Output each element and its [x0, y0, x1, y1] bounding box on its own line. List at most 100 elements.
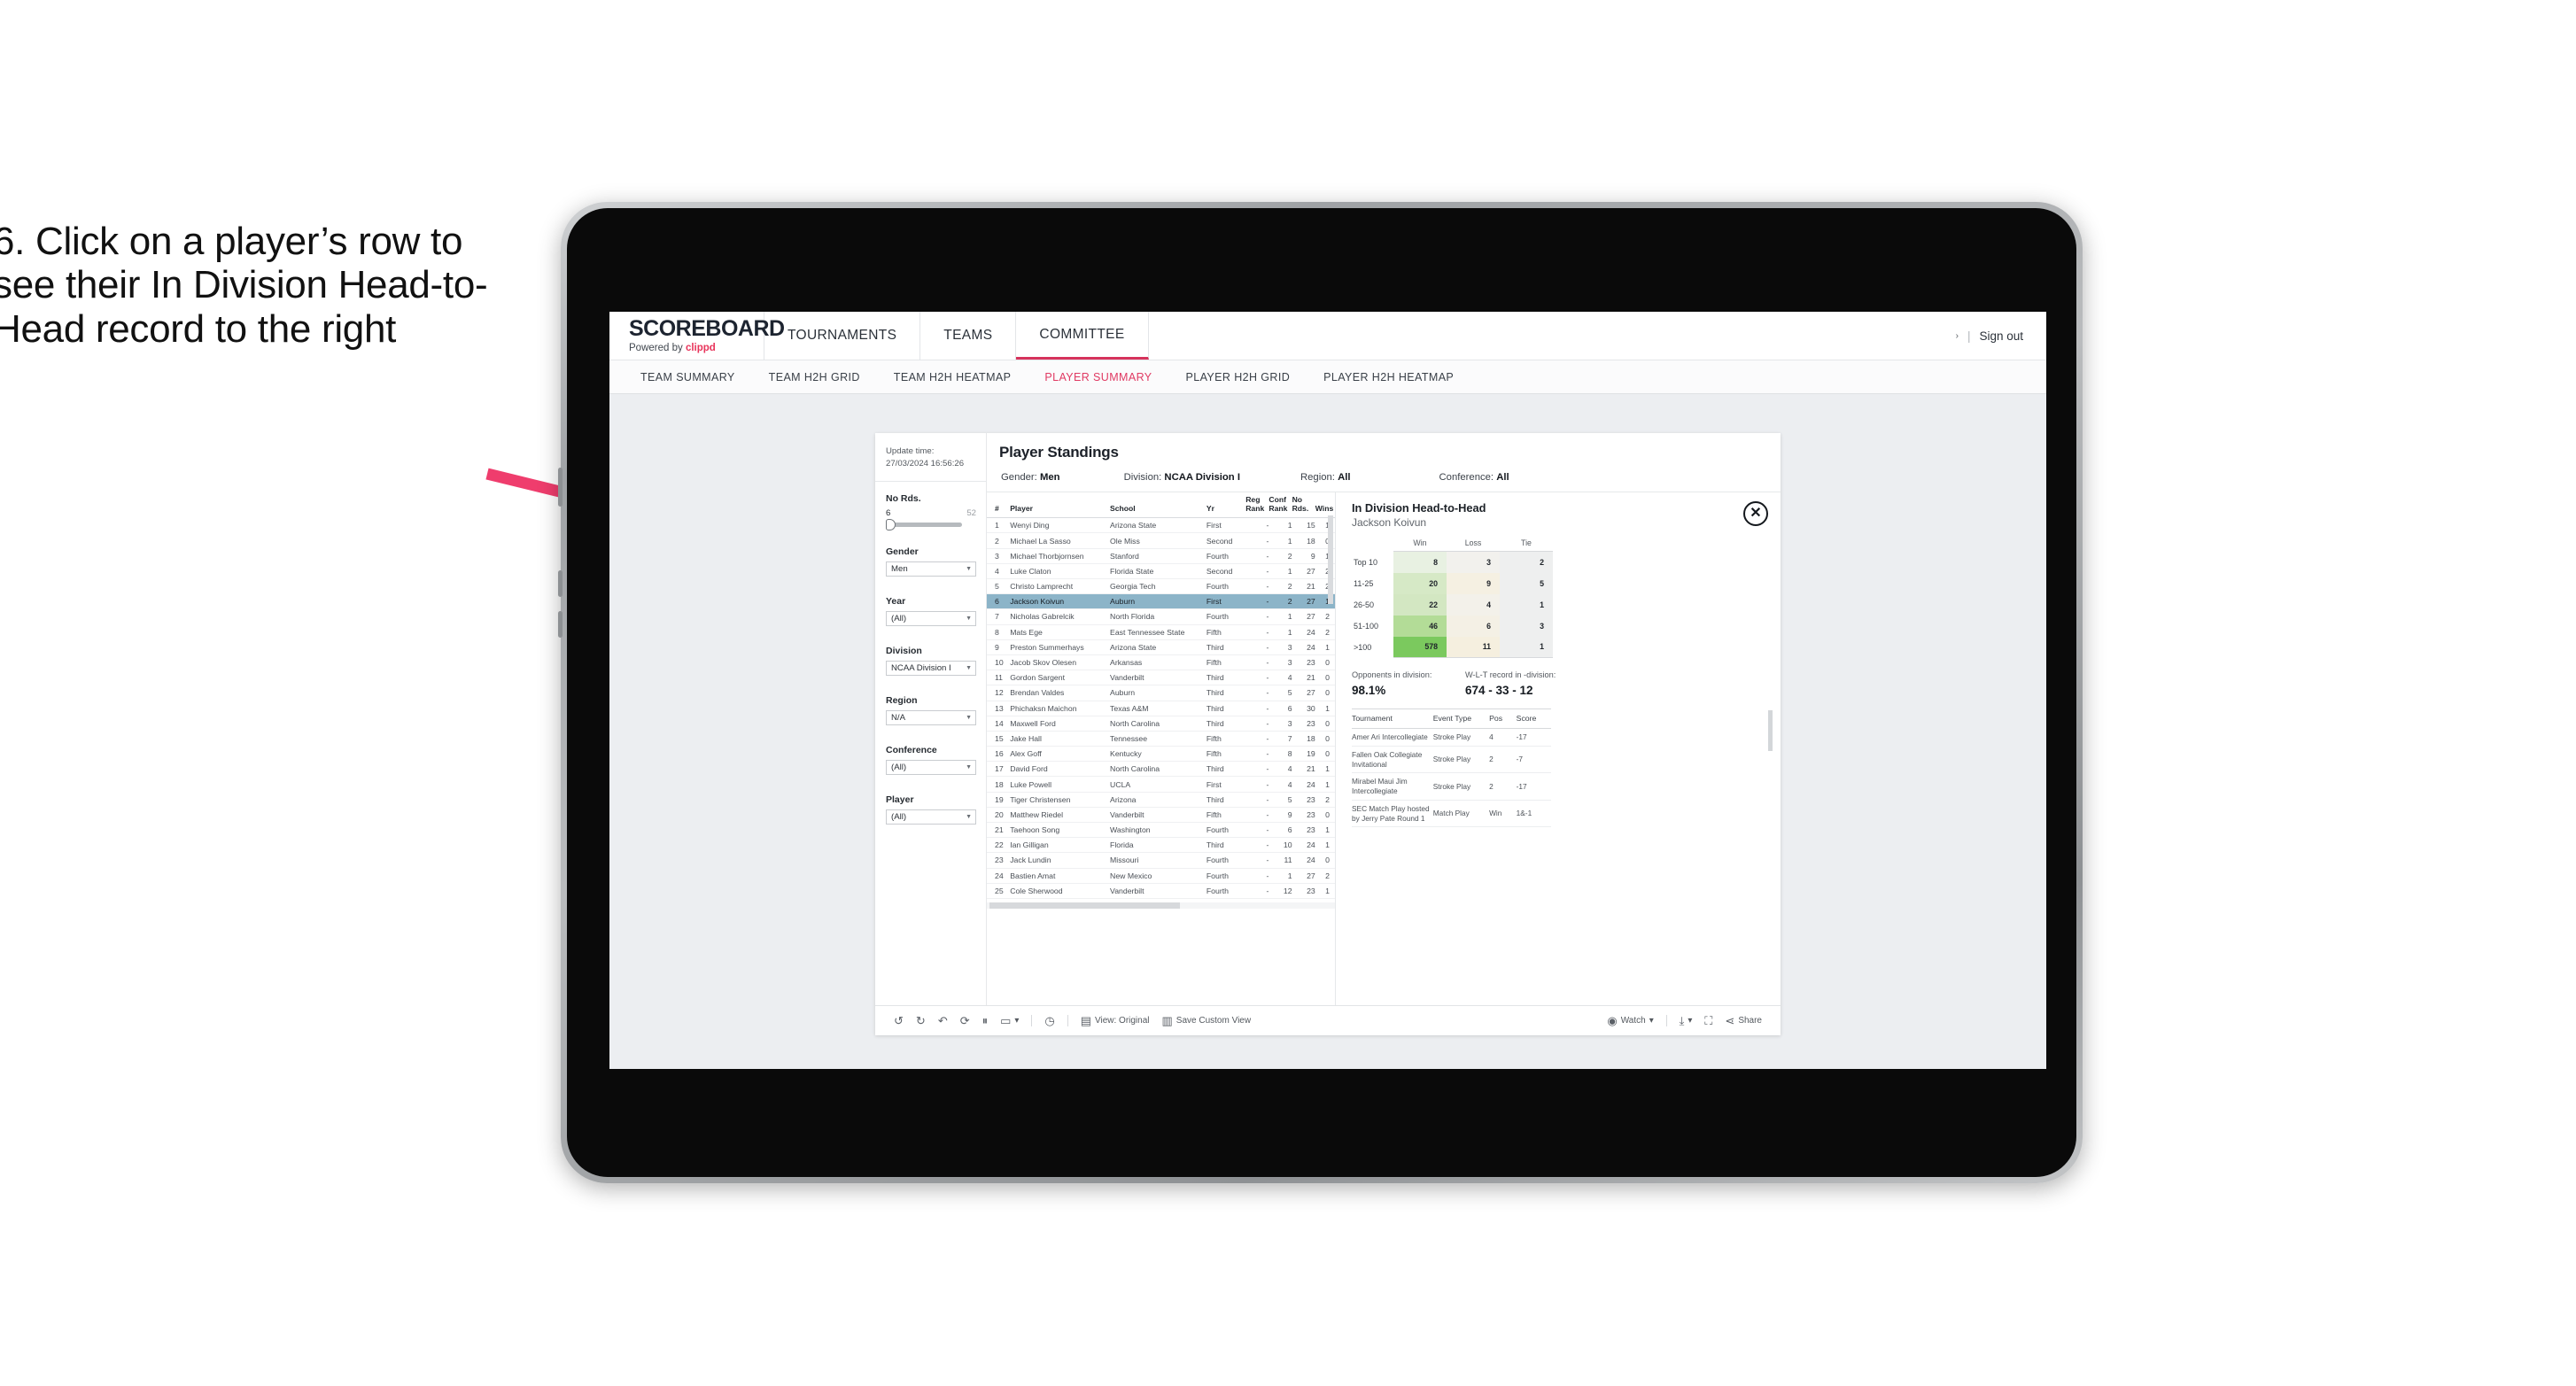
h2h-cell-tie[interactable]: 2 [1500, 551, 1553, 573]
app-topbar: SCOREBOARD Powered by clippd TOURNAMENTS… [609, 312, 2046, 360]
table-row[interactable]: 23 Jack Lundin Missouri Fourth -11 24 0 [987, 852, 1335, 869]
col-school[interactable]: School [1110, 492, 1207, 519]
col-player[interactable]: Player [1010, 492, 1111, 519]
table-vertical-scrollbar[interactable] [1328, 515, 1333, 604]
revert-button[interactable]: ↶ [932, 1015, 954, 1026]
nav-tab-committee[interactable]: COMMITTEE [1016, 312, 1149, 360]
tab-player-h2h-grid[interactable]: PLAYER H2H GRID [1169, 371, 1307, 383]
table-row[interactable]: 22 Ian Gilligan Florida Third -10 24 1 [987, 837, 1335, 854]
h2h-cell-win[interactable]: 578 [1393, 636, 1447, 658]
tournament-row[interactable]: Fallen Oak Collegiate Invitational Stroke… [1352, 746, 1551, 774]
cell-reg-rank: - [1245, 624, 1269, 640]
undo-button[interactable]: ↺ [888, 1015, 910, 1026]
filter-select-conference[interactable]: (All) ▼ [886, 759, 976, 775]
save-custom-view-button[interactable]: ▥ Save Custom View [1156, 1015, 1258, 1026]
table-row[interactable]: 16 Alex Goff Kentucky Fifth -8 19 0 [987, 746, 1335, 763]
tab-player-summary[interactable]: PLAYER SUMMARY [1028, 371, 1168, 383]
h2h-cell-loss[interactable]: 6 [1447, 615, 1500, 637]
tab-player-h2h-heatmap[interactable]: PLAYER H2H HEATMAP [1307, 371, 1470, 383]
table-row[interactable]: 2Michael La SassoOle MissSecond-1180 [987, 532, 1335, 549]
redo-button[interactable]: ↻ [910, 1015, 932, 1026]
table-row[interactable]: 8 Mats Ege East Tennessee State Fifth -1 24 2 [987, 624, 1335, 640]
table-row[interactable]: 3Michael ThorbjornsenStanfordFourth-291 [987, 548, 1335, 564]
filter-select-gender[interactable]: Men ▼ [886, 561, 976, 577]
h2h-cell-loss[interactable]: 4 [1447, 593, 1500, 616]
table-row[interactable]: 5 Christo Lamprecht Georgia Tech Fourth -2 21… [987, 578, 1335, 595]
col-rank[interactable]: # [987, 492, 1011, 519]
close-icon[interactable]: ✕ [1743, 501, 1768, 526]
table-row[interactable]: 25 Cole Sherwood Vanderbilt Fourth -12 23 1 [987, 883, 1335, 899]
view-original-button[interactable]: ▤ View: Original [1075, 1015, 1156, 1026]
nav-tab-tournaments[interactable]: TOURNAMENTS [764, 312, 921, 360]
table-row[interactable]: 15 Jake Hall Tennessee Fifth -7 18 0 [987, 731, 1335, 747]
h2h-cell-win[interactable]: 46 [1393, 615, 1447, 637]
table-row[interactable]: 4Luke ClatonFlorida StateSecond-1272 [987, 563, 1335, 580]
tournaments-scrollbar[interactable] [1768, 710, 1773, 751]
h2h-cell-tie[interactable]: 5 [1500, 572, 1553, 594]
h2h-row-label: 11-25 [1354, 578, 1374, 588]
col-conf-rank[interactable]: Conf Rank [1269, 492, 1292, 519]
col-yr[interactable]: Yr [1206, 492, 1246, 519]
highlight-button[interactable]: ▭ ▾ [994, 1015, 1025, 1026]
watch-button[interactable]: ◉ Watch ▾ [1601, 1015, 1659, 1026]
filter-select-region[interactable]: N/A ▼ [886, 709, 976, 725]
speed-button[interactable]: ◷ [1038, 1015, 1060, 1026]
table-row[interactable]: 10 Jacob Skov Olesen Arkansas Fifth -3 23 0 [987, 654, 1335, 671]
table-row[interactable]: 12 Brendan Valdes Auburn Third -5 27 0 [987, 685, 1335, 701]
h2h-cell-loss[interactable]: 3 [1447, 551, 1500, 573]
fullscreen-button[interactable]: ⛶ [1698, 1015, 1719, 1026]
cell-rank: 5 [987, 578, 1011, 595]
scrollbar-thumb[interactable] [989, 902, 1180, 909]
bottom-toolbar: ↺ ↻ ↶ ⟳ ⏸ ▭ ▾ ◷ ▤ View: Original ▥ Save Cus… [875, 1005, 1781, 1035]
share-button[interactable]: ⋖ Share [1719, 1015, 1768, 1026]
table-row[interactable]: 21 Taehoon Song Washington Fourth -6 23 1 [987, 822, 1335, 839]
table-horizontal-scrollbar[interactable] [987, 902, 1335, 909]
table-row[interactable]: 6Jackson KoivunAuburnFirst-2271 [987, 593, 1335, 610]
table-row[interactable]: 1Wenyi DingArizona StateFirst-1151 [987, 517, 1335, 534]
tab-team-h2h-heatmap[interactable]: TEAM H2H HEATMAP [877, 371, 1028, 383]
h2h-cell-tie[interactable]: 3 [1500, 615, 1553, 637]
tournament-row[interactable]: Mirabel Maui Jim Intercollegiate Stroke P… [1352, 772, 1551, 801]
tournament-row[interactable]: Amer Ari Intercollegiate Stroke Play 4 -17 [1352, 728, 1551, 747]
cell-player: David Ford [1010, 761, 1111, 778]
table-row[interactable]: 11 Gordon Sargent Vanderbilt Third -4 21 0 [987, 670, 1335, 686]
sign-out-link[interactable]: Sign out [1979, 329, 2023, 343]
table-row[interactable]: 19 Tiger Christensen Arizona Third -5 23 2 [987, 792, 1335, 808]
h2h-cell-win[interactable]: 22 [1393, 593, 1447, 616]
cell-school: New Mexico [1110, 868, 1207, 884]
cell-player: Alex Goff [1010, 746, 1111, 763]
table-row[interactable]: 17 David Ford North Carolina Third -4 21 1 [987, 761, 1335, 778]
download-button[interactable]: ⤓ ▾ [1673, 1015, 1699, 1026]
table-row[interactable]: 24 Bastien Amat New Mexico Fourth -1 27 2 [987, 868, 1335, 884]
tab-team-h2h-grid[interactable]: TEAM H2H GRID [752, 371, 877, 383]
h2h-cell-win[interactable]: 8 [1393, 551, 1447, 573]
col-no-rds[interactable]: No Rds. [1292, 492, 1315, 519]
download-icon: ⤓ [1679, 1014, 1685, 1027]
h2h-cell-tie[interactable]: 1 [1500, 593, 1553, 616]
table-row[interactable]: 18 Luke Powell UCLA First -4 24 1 [987, 776, 1335, 793]
table-row[interactable]: 7 Nicholas Gabrelcik North Florida Fourth -1… [987, 608, 1335, 625]
refresh-button[interactable]: ⟳ [954, 1015, 976, 1026]
tournament-row[interactable]: SEC Match Play hosted by Jerry Pate Roun… [1352, 800, 1551, 828]
chevron-right-icon[interactable]: › [1956, 331, 1959, 341]
filter-select-year[interactable]: (All) ▼ [886, 610, 976, 626]
pause-button[interactable]: ⏸ [976, 1015, 995, 1026]
slider-handle[interactable] [886, 518, 896, 530]
filter-select-division[interactable]: NCAA Division I ▼ [886, 660, 976, 676]
player-standings-table: # Player School Yr Reg Rank Conf Rank No… [987, 492, 1335, 899]
cell-school: Vanderbilt [1110, 807, 1207, 824]
table-row[interactable]: 14 Maxwell Ford North Carolina Third -3 23 0 [987, 716, 1335, 732]
h2h-cell-loss[interactable]: 11 [1447, 636, 1500, 658]
h2h-cell-tie[interactable]: 1 [1500, 636, 1553, 658]
table-row[interactable]: 13 Phichaksn Maichon Texas A&M Third -6 30 1 [987, 701, 1335, 716]
table-row[interactable]: 9 Preston Summerhays Arizona State Third -3 2… [987, 639, 1335, 655]
table-row[interactable]: 20 Matthew Riedel Vanderbilt Fifth -9 23 0 [987, 807, 1335, 824]
nav-tab-teams[interactable]: TEAMS [920, 312, 1017, 360]
h2h-cell-win[interactable]: 20 [1393, 572, 1447, 594]
col-reg-rank[interactable]: Reg Rank [1245, 492, 1269, 519]
h2h-cell-loss[interactable]: 9 [1447, 572, 1500, 594]
col-wins[interactable]: Wins [1315, 492, 1335, 519]
tab-team-summary[interactable]: TEAM SUMMARY [624, 371, 752, 383]
filter-select-player[interactable]: (All) ▼ [886, 809, 976, 825]
slider-track[interactable] [886, 518, 962, 530]
